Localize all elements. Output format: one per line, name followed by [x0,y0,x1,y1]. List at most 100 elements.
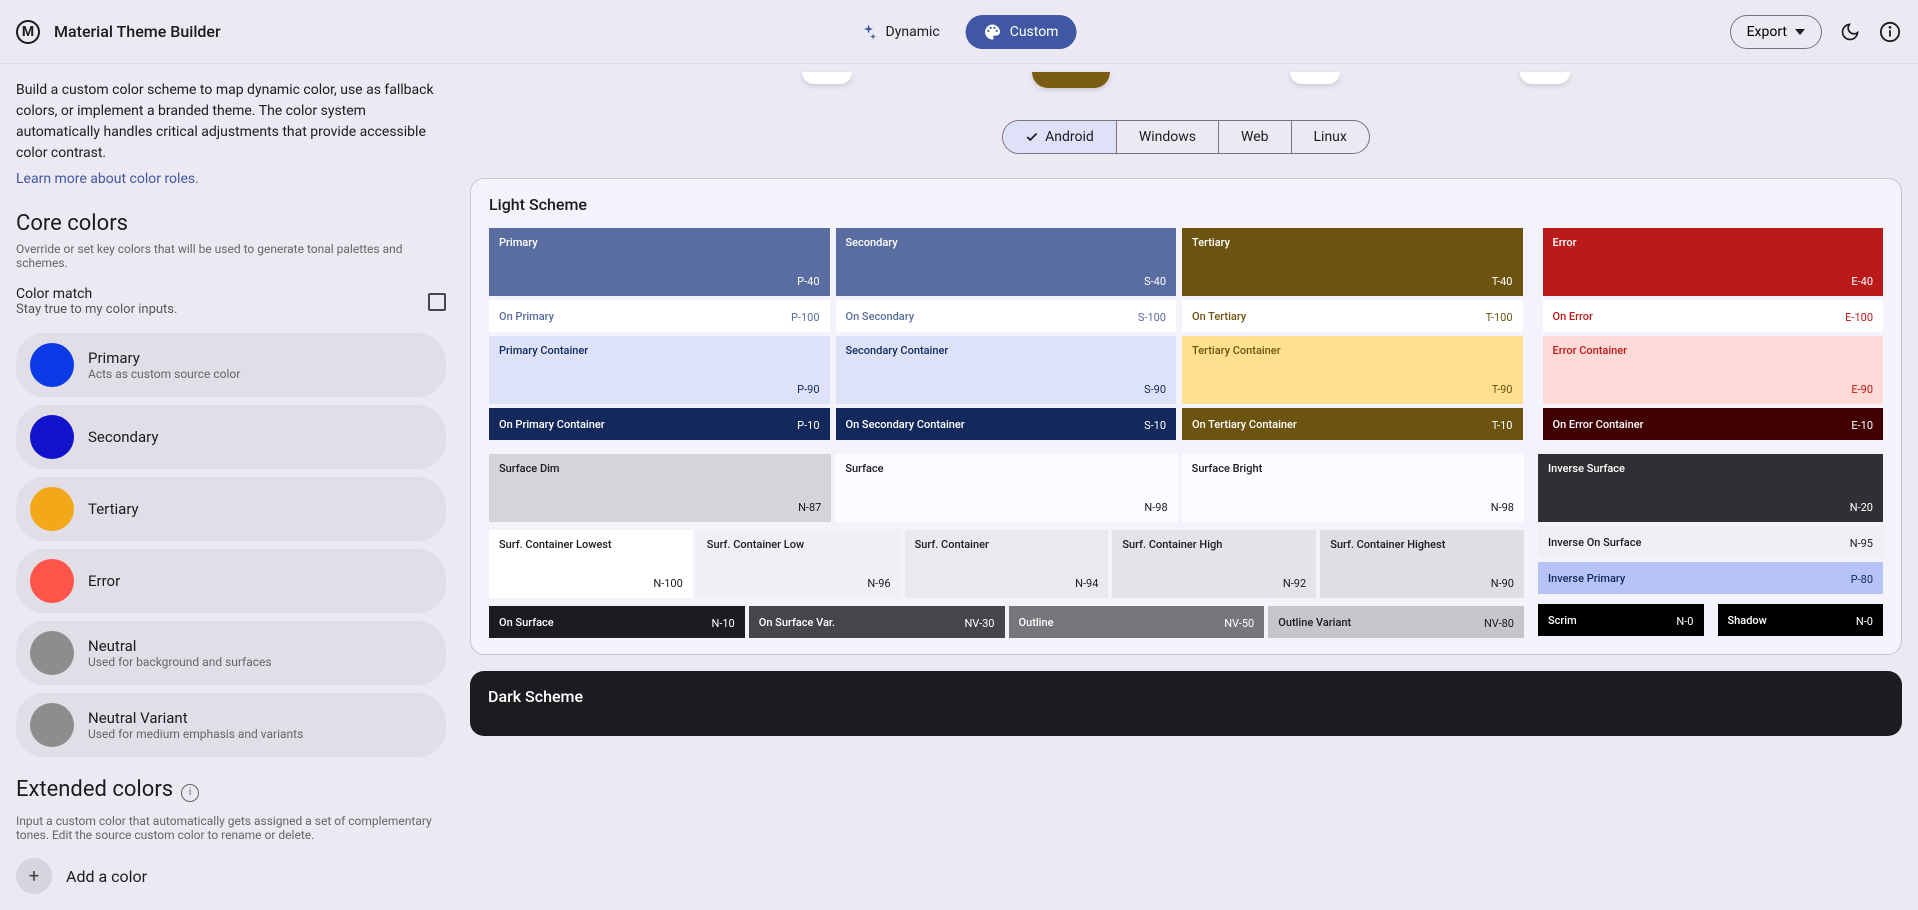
role-primary-container[interactable]: Primary Container P-90 [489,336,830,404]
core-color-item[interactable]: Neutral Variant Used for medium emphasis… [16,693,446,757]
color-swatch [30,631,74,675]
chevron-down-icon [1795,29,1805,35]
info-icon[interactable]: i [181,784,199,802]
color-swatch [30,703,74,747]
role-on-surface-var[interactable]: On Surface Var. NV-30 [749,606,1005,638]
role-surface[interactable]: Surface N-98 [835,454,1177,522]
role-tertiary[interactable]: Tertiary T-40 [1182,228,1523,296]
platform-web[interactable]: Web [1219,121,1292,153]
role-sc-highest[interactable]: Surf. Container Highest N-90 [1320,530,1524,598]
core-color-item[interactable]: Tertiary [16,477,446,541]
dark-scheme-title: Dark Scheme [488,687,1884,706]
role-surface-bright[interactable]: Surface Bright N-98 [1182,454,1524,522]
intro-text: Build a custom color scheme to map dynam… [16,80,446,164]
core-color-item[interactable]: Error [16,549,446,613]
role-surface-dim[interactable]: Surface Dim N-87 [489,454,831,522]
light-scheme-title: Light Scheme [489,195,1883,214]
color-name: Secondary [88,428,158,446]
role-error[interactable]: Error E-40 [1543,228,1884,296]
color-name: Tertiary [88,500,139,518]
role-on-secondary-container[interactable]: On Secondary Container S-10 [836,408,1177,440]
color-sub: Used for background and surfaces [88,655,272,669]
header-actions: Export [1730,15,1902,49]
role-on-secondary[interactable]: On Secondary S-100 [836,300,1177,332]
core-colors-title: Core colors [16,211,446,236]
role-inverse-surface[interactable]: Inverse Surface N-20 [1538,454,1883,522]
core-colors-desc: Override or set key colors that will be … [16,242,446,270]
role-sc[interactable]: Surf. Container N-94 [905,530,1109,598]
core-color-item[interactable]: Neutral Used for background and surfaces [16,621,446,685]
platform-windows[interactable]: Windows [1117,121,1219,153]
color-name: Primary [88,349,240,367]
color-swatch [30,415,74,459]
extended-colors-title: Extended colors [16,777,173,802]
role-inverse-primary[interactable]: Inverse Primary P-80 [1538,562,1883,594]
tab-dynamic[interactable]: Dynamic [842,15,958,49]
color-name: Neutral [88,637,272,655]
role-column: Primary P-40 On Primary P-100 Primary Co… [489,228,830,440]
role-inverse-on-surface[interactable]: Inverse On Surface N-95 [1538,526,1883,558]
color-match-label: Color match [16,286,177,302]
color-match-checkbox[interactable] [428,293,446,311]
color-match-sub: Stay true to my color inputs. [16,302,177,317]
core-color-item[interactable]: Primary Acts as custom source color [16,333,446,397]
role-outline-variant[interactable]: Outline Variant NV-80 [1268,606,1524,638]
preview-card [802,72,852,84]
role-grid: Primary P-40 On Primary P-100 Primary Co… [489,228,1883,440]
export-label: Export [1747,24,1787,40]
add-color-button[interactable]: + Add a color [16,858,446,894]
role-on-tertiary[interactable]: On Tertiary T-100 [1182,300,1523,332]
role-on-primary[interactable]: On Primary P-100 [489,300,830,332]
role-sc-high[interactable]: Surf. Container High N-92 [1112,530,1316,598]
extended-colors-desc: Input a custom color that automatically … [16,814,446,842]
core-color-item[interactable]: Secondary [16,405,446,469]
palette-icon [984,23,1002,41]
role-sc-low[interactable]: Surf. Container Low N-96 [697,530,901,598]
app-title: Material Theme Builder [54,22,221,41]
tab-dynamic-label: Dynamic [886,24,940,40]
color-sub: Acts as custom source color [88,367,240,381]
platform-android[interactable]: Android [1003,121,1117,153]
preview-card [1290,72,1340,84]
role-secondary-container[interactable]: Secondary Container S-90 [836,336,1177,404]
app-header: M Material Theme Builder Dynamic Custom … [0,0,1918,64]
role-on-error[interactable]: On Error E-100 [1543,300,1884,332]
role-on-error-container[interactable]: On Error Container E-10 [1543,408,1884,440]
color-match-row: Color match Stay true to my color inputs… [16,286,446,317]
left-panel: Build a custom color scheme to map dynam… [16,80,446,894]
info-button[interactable] [1878,20,1902,44]
logo-icon: M [16,20,40,44]
color-swatch [30,559,74,603]
plus-icon: + [16,858,52,894]
role-on-surface[interactable]: On Surface N-10 [489,606,745,638]
role-secondary[interactable]: Secondary S-40 [836,228,1177,296]
preview-strip [470,72,1902,88]
tab-custom-label: Custom [1010,24,1059,40]
core-color-list: Primary Acts as custom source color Seco… [16,333,446,757]
main-content: Build a custom color scheme to map dynam… [0,64,1918,910]
add-color-label: Add a color [66,867,147,886]
color-swatch [30,487,74,531]
role-outline[interactable]: Outline NV-50 [1009,606,1265,638]
color-name: Error [88,572,120,590]
dark-mode-toggle[interactable] [1838,20,1862,44]
color-sub: Used for medium emphasis and variants [88,727,303,741]
tab-custom[interactable]: Custom [966,15,1077,49]
role-shadow[interactable]: Shadow N-0 [1718,604,1884,636]
role-primary[interactable]: Primary P-40 [489,228,830,296]
role-sc-lowest[interactable]: Surf. Container Lowest N-100 [489,530,693,598]
dark-scheme-card: Dark Scheme [470,671,1902,736]
platform-linux[interactable]: Linux [1292,121,1369,153]
learn-more-link[interactable]: Learn more about color roles. [16,171,199,187]
role-on-primary-container[interactable]: On Primary Container P-10 [489,408,830,440]
role-error-container[interactable]: Error Container E-90 [1543,336,1884,404]
sparkle-icon [860,23,878,41]
role-scrim[interactable]: Scrim N-0 [1538,604,1704,636]
export-button[interactable]: Export [1730,15,1822,49]
role-tertiary-container[interactable]: Tertiary Container T-90 [1182,336,1523,404]
mode-tabs: Dynamic Custom [842,15,1077,49]
role-on-tertiary-container[interactable]: On Tertiary Container T-10 [1182,408,1523,440]
preview-card-accent [1032,72,1110,88]
right-panel: AndroidWindowsWebLinux Light Scheme Prim… [470,80,1902,894]
moon-icon [1840,22,1860,42]
